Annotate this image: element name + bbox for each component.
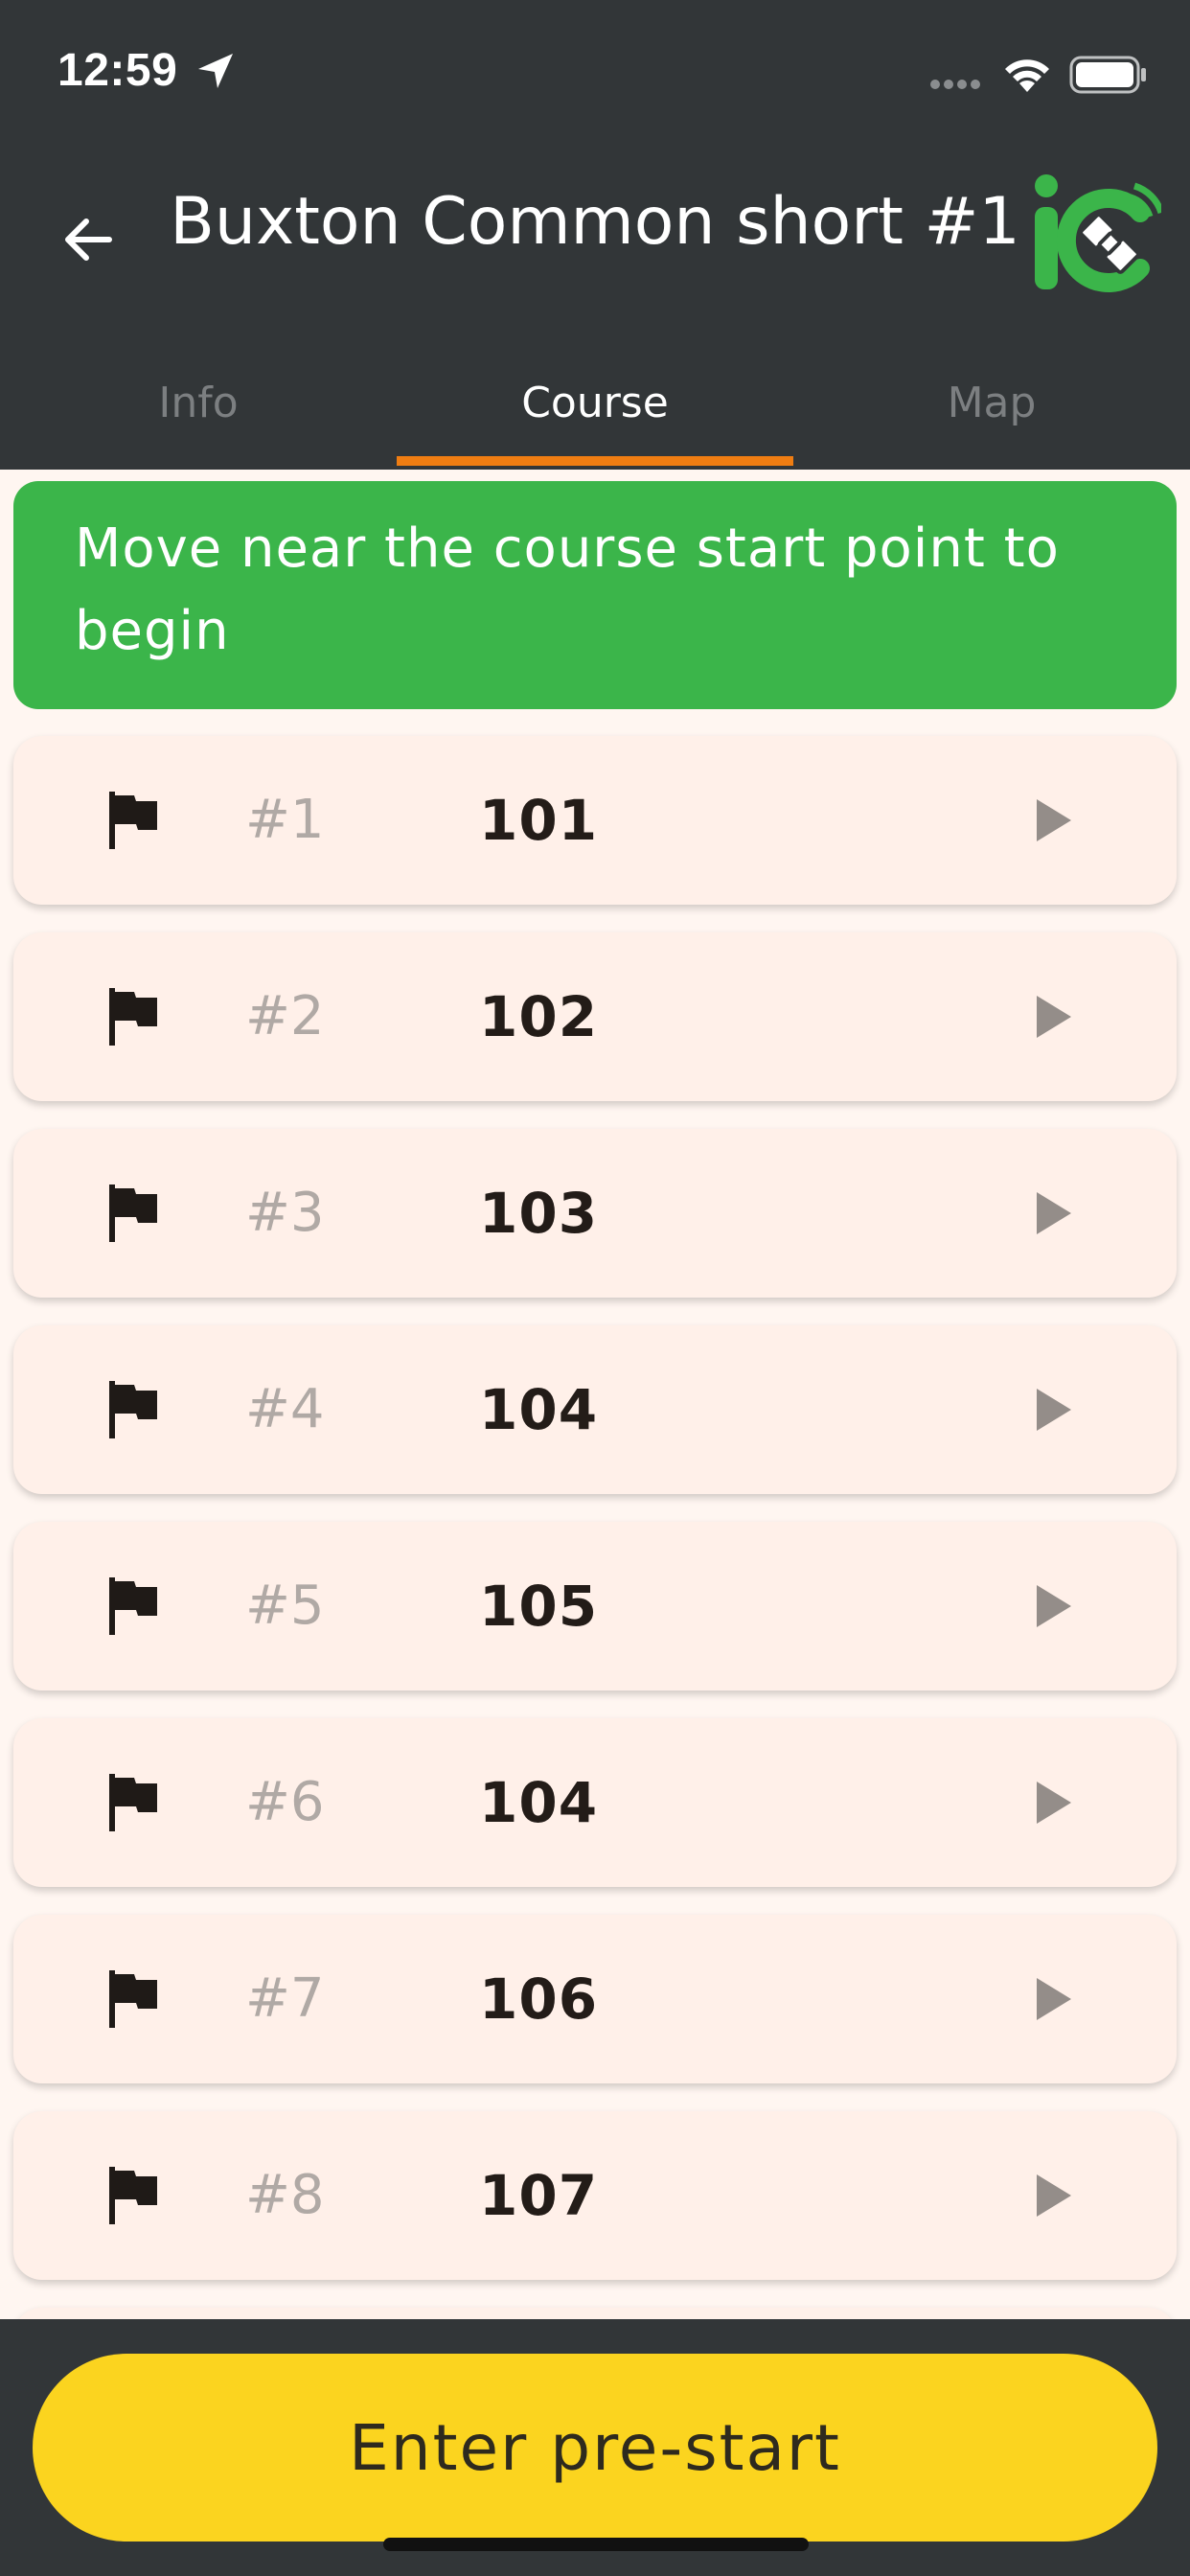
status-bar: 12:59 — [0, 0, 1190, 144]
flag-icon — [105, 1183, 159, 1248]
list-item[interactable]: #5 105 — [13, 1522, 1177, 1690]
list-item[interactable]: #6 104 — [13, 1718, 1177, 1887]
play-icon[interactable] — [1029, 1186, 1077, 1244]
active-tab-indicator — [397, 456, 793, 466]
control-code: 103 — [479, 1181, 599, 1246]
flag-icon — [105, 790, 159, 855]
wifi-icon — [1000, 54, 1054, 98]
app-bar: Buxton Common short #1 Info Course Map — [0, 144, 1190, 470]
flag-icon — [105, 1379, 159, 1444]
play-icon[interactable] — [1029, 990, 1077, 1047]
control-code: 107 — [479, 2163, 599, 2228]
start-point-banner: Move near the course start point to begi… — [13, 481, 1177, 709]
control-number: #8 — [245, 2164, 325, 2226]
list-item[interactable]: #8 107 — [13, 2111, 1177, 2280]
flag-icon — [105, 1576, 159, 1641]
location-arrow-icon — [196, 52, 235, 94]
ic-satellite-logo — [1027, 172, 1165, 301]
tab-course[interactable]: Course — [397, 335, 793, 470]
control-number: #6 — [245, 1771, 325, 1833]
control-number: #7 — [245, 1967, 325, 2030]
list-item[interactable]: #4 104 — [13, 1325, 1177, 1494]
flag-icon — [105, 1968, 159, 2034]
list-item[interactable]: #3 103 — [13, 1129, 1177, 1298]
play-icon[interactable] — [1029, 1579, 1077, 1637]
control-number: #3 — [245, 1182, 325, 1244]
control-code: 101 — [479, 788, 599, 853]
list-item[interactable]: #7 106 — [13, 1915, 1177, 2083]
cellular-signal-icon — [929, 77, 987, 95]
list-item[interactable]: #2 102 — [13, 932, 1177, 1101]
control-code: 104 — [479, 1770, 599, 1835]
play-icon[interactable] — [1029, 2169, 1077, 2226]
control-number: #2 — [245, 985, 325, 1047]
play-icon[interactable] — [1029, 794, 1077, 851]
flag-icon — [105, 1772, 159, 1837]
tab-map[interactable]: Map — [793, 335, 1190, 470]
home-indicator — [383, 2538, 809, 2551]
battery-icon — [1069, 56, 1148, 98]
flag-icon — [105, 2165, 159, 2230]
control-number: #1 — [245, 789, 325, 851]
play-icon[interactable] — [1029, 1972, 1077, 2030]
tab-info[interactable]: Info — [0, 335, 397, 470]
control-code: 105 — [479, 1574, 599, 1639]
tab-bar: Info Course Map — [0, 335, 1190, 470]
flag-icon — [105, 986, 159, 1051]
enter-pre-start-button[interactable]: Enter pre-start — [33, 2354, 1157, 2542]
play-icon[interactable] — [1029, 1383, 1077, 1440]
control-number: #4 — [245, 1378, 325, 1440]
control-code: 106 — [479, 1966, 599, 2032]
status-time: 12:59 — [57, 45, 178, 96]
play-icon[interactable] — [1029, 1776, 1077, 1833]
list-item[interactable]: #1 101 — [13, 736, 1177, 905]
control-code: 104 — [479, 1377, 599, 1442]
control-number: #5 — [245, 1575, 325, 1637]
control-code: 102 — [479, 984, 599, 1049]
page-title: Buxton Common short #1 — [170, 184, 1020, 260]
